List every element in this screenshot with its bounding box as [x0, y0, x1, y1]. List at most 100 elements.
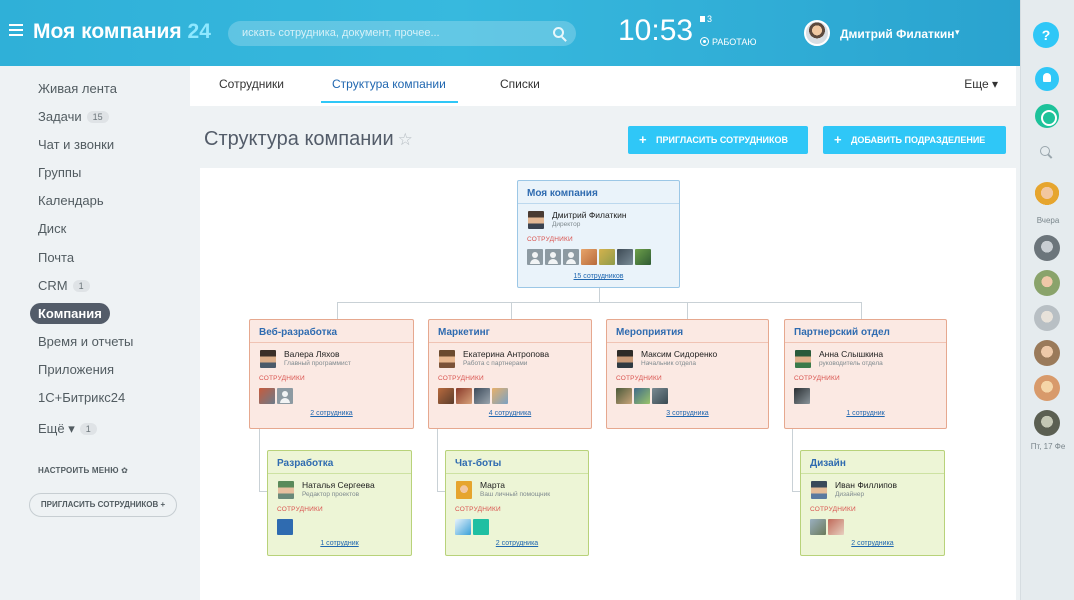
subdivision-card[interactable]: Чат-боты Марта Ваш личный помощник СОТРУ…: [445, 450, 589, 556]
favorite-star-icon[interactable]: ☆: [398, 130, 413, 149]
bot-thumb-icon[interactable]: [473, 519, 489, 535]
employee-thumb[interactable]: [652, 388, 668, 404]
menu-burger-icon[interactable]: [9, 24, 23, 36]
bot-thumb-icon[interactable]: [455, 519, 471, 535]
invite-employees-button[interactable]: + ПРИГЛАСИТЬ СОТРУДНИКОВ: [628, 126, 808, 154]
department-card[interactable]: Веб-разработка Валера Ляхов Главный прог…: [249, 319, 414, 429]
work-status[interactable]: РАБОТАЮ: [700, 37, 757, 47]
recent-chat-avatar[interactable]: [1034, 235, 1060, 261]
employee-count-link[interactable]: 1 сотрудник: [268, 540, 411, 547]
department-title[interactable]: Веб-разработка: [259, 327, 337, 338]
search-input[interactable]: искать сотрудника, документ, прочее...: [228, 21, 576, 46]
subdivision-card[interactable]: Разработка Наталья Сергеева Редактор про…: [267, 450, 412, 556]
department-title[interactable]: Моя компания: [527, 188, 598, 199]
user-avatar[interactable]: [804, 20, 830, 46]
head-photo[interactable]: [278, 481, 294, 499]
menu-item-more[interactable]: Ещё ▾ 1: [38, 421, 97, 437]
menu-item-calendar[interactable]: Календарь: [38, 193, 104, 208]
menu-item-mail[interactable]: Почта: [38, 250, 74, 265]
employee-count-link[interactable]: 4 сотрудника: [429, 410, 591, 417]
employee-count-link[interactable]: 15 сотрудников: [518, 273, 679, 280]
tab-company-structure[interactable]: Структура компании: [332, 77, 446, 91]
clock[interactable]: 10:53: [618, 14, 693, 48]
employee-count-link[interactable]: 3 сотрудника: [607, 410, 768, 417]
menu-item-chat[interactable]: Чат и звонки: [38, 137, 114, 152]
open-lines-chat-icon[interactable]: [1035, 104, 1059, 128]
head-photo[interactable]: [811, 481, 827, 499]
employee-thumb[interactable]: [545, 249, 561, 265]
user-name[interactable]: Дмитрий Филаткин: [840, 27, 955, 41]
menu-item-disk[interactable]: Диск: [38, 221, 66, 236]
head-name[interactable]: Наталья Сергеева: [302, 480, 375, 490]
tab-lists[interactable]: Списки: [500, 77, 540, 91]
department-title[interactable]: Мероприятия: [616, 327, 683, 338]
employee-thumb[interactable]: [259, 388, 275, 404]
head-photo[interactable]: [528, 211, 544, 229]
employee-thumb[interactable]: [616, 388, 632, 404]
tab-employees[interactable]: Сотрудники: [219, 77, 284, 91]
menu-item-1c-bitrix[interactable]: 1С+Битрикс24: [38, 390, 125, 405]
tabs-more-button[interactable]: Еще ▾: [964, 77, 998, 91]
recent-chat-avatar[interactable]: [1034, 270, 1060, 296]
menu-item-company[interactable]: Компания: [30, 303, 110, 324]
menu-item-live-feed[interactable]: Живая лента: [38, 81, 117, 96]
menu-item-applications[interactable]: Приложения: [38, 362, 114, 377]
notifications-bell-icon[interactable]: [1035, 67, 1059, 91]
head-name[interactable]: Екатерина Антропова: [463, 349, 549, 359]
contacts-search-icon[interactable]: [1040, 146, 1050, 156]
department-title[interactable]: Дизайн: [810, 458, 846, 469]
employee-thumb[interactable]: [474, 388, 490, 404]
department-title[interactable]: Маркетинг: [438, 327, 490, 338]
user-menu-chevron-icon[interactable]: ▾: [955, 27, 960, 38]
employee-count-link[interactable]: 1 сотрудник: [785, 410, 946, 417]
employee-thumb[interactable]: [810, 519, 826, 535]
head-photo[interactable]: [260, 350, 276, 368]
department-card[interactable]: Маркетинг Екатерина Антропова Работа с п…: [428, 319, 592, 429]
head-name[interactable]: Марта: [480, 480, 505, 490]
employee-thumb[interactable]: [527, 249, 543, 265]
head-name[interactable]: Максим Сидоренко: [641, 349, 717, 359]
employee-thumb[interactable]: [581, 249, 597, 265]
recent-chat-avatar[interactable]: [1034, 182, 1060, 208]
employee-thumb[interactable]: [794, 388, 810, 404]
invite-employees-side-button[interactable]: ПРИГЛАСИТЬ СОТРУДНИКОВ +: [29, 493, 177, 517]
menu-item-groups[interactable]: Группы: [38, 165, 81, 180]
employee-thumb[interactable]: [828, 519, 844, 535]
help-button[interactable]: ?: [1033, 22, 1059, 48]
menu-item-crm[interactable]: CRM 1: [38, 278, 90, 293]
department-title[interactable]: Чат-боты: [455, 458, 501, 469]
menu-item-tasks[interactable]: Задачи 15: [38, 109, 109, 124]
employee-count-link[interactable]: 2 сотрудника: [801, 540, 944, 547]
employee-thumb[interactable]: [492, 388, 508, 404]
flag-counter[interactable]: 3: [700, 14, 712, 24]
employee-count-link[interactable]: 2 сотрудника: [446, 540, 588, 547]
recent-chat-avatar[interactable]: [1034, 410, 1060, 436]
employee-thumb[interactable]: [456, 388, 472, 404]
portal-logo[interactable]: Моя компания 24: [33, 20, 211, 44]
head-photo[interactable]: [456, 481, 472, 499]
employee-thumb[interactable]: [277, 388, 293, 404]
search-icon[interactable]: [553, 27, 564, 38]
department-title[interactable]: Разработка: [277, 458, 333, 469]
employee-thumb[interactable]: [599, 249, 615, 265]
head-photo[interactable]: [617, 350, 633, 368]
add-department-button[interactable]: + ДОБАВИТЬ ПОДРАЗДЕЛЕНИЕ: [823, 126, 1006, 154]
document-thumb-icon[interactable]: [277, 519, 293, 535]
employee-thumb[interactable]: [634, 388, 650, 404]
department-card[interactable]: Партнерский отдел Анна Слышкина руководи…: [784, 319, 947, 429]
recent-chat-avatar[interactable]: [1034, 375, 1060, 401]
department-card-root[interactable]: Моя компания Дмитрий Филаткин Директор С…: [517, 180, 680, 288]
employee-thumb[interactable]: [617, 249, 633, 265]
subdivision-card[interactable]: Дизайн Иван Филлипов Дизайнер СОТРУДНИКИ…: [800, 450, 945, 556]
setup-menu-button[interactable]: НАСТРОИТЬ МЕНЮ ✿: [38, 466, 128, 475]
recent-chat-avatar[interactable]: [1034, 340, 1060, 366]
head-name[interactable]: Валера Ляхов: [284, 349, 339, 359]
head-photo[interactable]: [439, 350, 455, 368]
recent-chat-avatar[interactable]: [1034, 305, 1060, 331]
head-name[interactable]: Дмитрий Филаткин: [552, 210, 627, 220]
employee-thumb[interactable]: [635, 249, 651, 265]
head-name[interactable]: Анна Слышкина: [819, 349, 883, 359]
head-name[interactable]: Иван Филлипов: [835, 480, 897, 490]
employee-thumb[interactable]: [563, 249, 579, 265]
menu-item-time-reports[interactable]: Время и отчеты: [38, 334, 133, 349]
